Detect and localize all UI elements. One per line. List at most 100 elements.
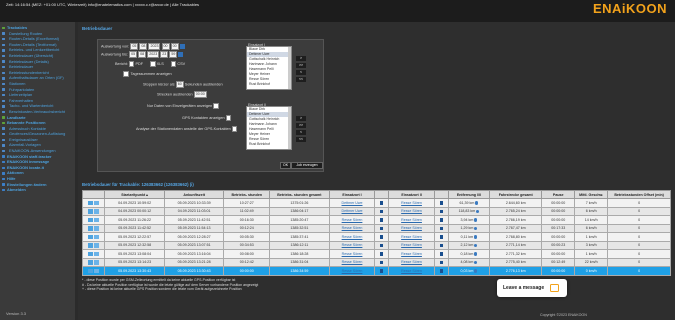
person-link[interactable]: Resse Sören — [401, 235, 422, 239]
csv-checkbox[interactable] — [170, 61, 177, 67]
document-icon[interactable] — [88, 243, 94, 248]
flag-icon[interactable] — [380, 235, 384, 239]
xls-checkbox[interactable] — [150, 61, 156, 67]
table-row[interactable]: 05.09.2023 12:22:57 05.09.2023 12:28:27 00… — [81, 232, 671, 242]
flag-icon[interactable] — [439, 243, 443, 248]
pin-icon[interactable] — [475, 209, 479, 214]
pin-icon[interactable] — [473, 243, 477, 248]
table-row[interactable]: 04.09.2023 00:00:12 04.09.2023 11:03:01 11… — [81, 206, 671, 216]
column-header[interactable]: Mittl. Geschw. — [574, 190, 609, 199]
map-icon[interactable] — [94, 243, 100, 248]
column-header[interactable] — [433, 190, 449, 199]
move-all-left-button[interactable]: << — [296, 137, 306, 142]
from-day-field[interactable]: 05 — [130, 43, 139, 50]
map-icon[interactable] — [94, 200, 100, 205]
pin-icon[interactable] — [473, 260, 477, 265]
move-left-button[interactable]: < — [296, 70, 306, 75]
map-icon[interactable] — [94, 251, 100, 256]
document-icon[interactable] — [88, 234, 94, 239]
flag-icon[interactable] — [380, 243, 384, 248]
person-link[interactable]: Resse Sören — [401, 269, 422, 273]
document-icon[interactable] — [88, 200, 94, 205]
pdf-checkbox[interactable] — [128, 61, 135, 67]
from-hour-field[interactable]: 00 — [161, 43, 170, 50]
flag-icon[interactable] — [439, 209, 443, 214]
person-link[interactable]: Dettmer Uwe — [342, 209, 363, 213]
analysis-checkbox[interactable] — [231, 126, 238, 132]
column-header[interactable]: Betriebsstunden Offset (min) — [607, 190, 671, 199]
map-icon[interactable] — [94, 217, 100, 222]
move-left-button[interactable]: < — [296, 130, 306, 135]
list-item[interactable]: Rust Brinkhof — [247, 142, 291, 147]
no-data-checkbox[interactable] — [213, 103, 219, 109]
map-icon[interactable] — [94, 226, 100, 231]
person-link[interactable]: Dettmer Uwe — [342, 201, 363, 205]
person-link[interactable]: Resse Sören — [342, 226, 363, 230]
person-link[interactable]: Resse Sören — [401, 201, 422, 205]
table-row[interactable]: 05.09.2023 11:42:52 05.09.2023 11:54:13 00… — [81, 223, 671, 233]
list-item[interactable]: Rust Brinkhof — [247, 82, 291, 87]
move-all-right-button[interactable]: >> — [296, 63, 306, 68]
table-row[interactable]: 05.09.2023 13:08:04 05.09.2023 13:16:04 00… — [81, 249, 671, 259]
flag-icon[interactable] — [380, 252, 384, 256]
hide-time-field[interactable]: 00:00 — [193, 91, 207, 98]
flag-icon[interactable] — [380, 209, 384, 214]
document-icon[interactable] — [88, 260, 94, 265]
from-calendar-icon[interactable] — [179, 44, 185, 49]
flag-icon[interactable] — [439, 235, 443, 239]
person-link[interactable]: Resse Sören — [401, 260, 422, 264]
person-link[interactable]: Resse Sören — [401, 209, 422, 213]
map-icon[interactable] — [94, 209, 100, 214]
daily-sum-checkbox[interactable] — [123, 71, 129, 77]
map-icon[interactable] — [94, 268, 100, 273]
map-icon[interactable] — [94, 260, 100, 265]
from-month-field[interactable]: 08 — [139, 43, 148, 50]
column-header[interactable]: Betriebs- stunden — [223, 190, 271, 199]
column-header[interactable]: Betriebs- stunden gesamt — [269, 190, 330, 199]
pin-icon[interactable] — [473, 218, 477, 222]
document-icon[interactable] — [88, 251, 94, 256]
flag-icon[interactable] — [380, 269, 384, 273]
map-icon[interactable] — [94, 234, 100, 239]
move-right-button[interactable]: > — [296, 116, 306, 121]
scrollbar[interactable] — [288, 47, 291, 89]
person-link[interactable]: Resse Sören — [342, 235, 363, 239]
table-row[interactable]: 04.09.2023 10:59:02 05.09.2023 10:33:39 10… — [81, 198, 671, 208]
to-hour-field[interactable]: 23 — [160, 51, 169, 58]
document-icon[interactable] — [88, 226, 94, 231]
column-header[interactable]: Entfernung l/ll — [447, 190, 491, 199]
flag-icon[interactable] — [380, 201, 384, 205]
column-header[interactable]: Einsatzort II — [388, 190, 435, 199]
flag-icon[interactable] — [439, 218, 443, 222]
move-right-button[interactable]: > — [296, 56, 306, 61]
to-calendar-icon[interactable] — [178, 52, 184, 57]
column-header[interactable]: Ankunftszeit — [163, 190, 225, 199]
chat-widget[interactable]: Leave a message — [497, 279, 567, 297]
person-link[interactable]: Resse Sören — [342, 260, 363, 264]
pin-icon[interactable] — [473, 269, 477, 273]
column-header[interactable]: Fahrstrecke gesamt — [489, 190, 543, 199]
move-all-left-button[interactable]: << — [296, 77, 306, 82]
document-icon[interactable] — [88, 268, 94, 273]
flag-icon[interactable] — [380, 218, 384, 222]
from-year-field[interactable]: 2023 — [148, 43, 161, 50]
person-link[interactable]: Resse Sören — [342, 243, 363, 247]
einsatzort-1-list[interactable]: Einsatzort I Blaue Dirk Dettmer Uwe Gottsc… — [246, 43, 292, 90]
column-header[interactable]: Pause — [541, 190, 576, 199]
table-row[interactable]: 05.09.2023 13:30:43 05.09.2023 13:30:43 00… — [81, 266, 671, 276]
person-link[interactable]: Resse Sören — [401, 226, 422, 230]
move-all-right-button[interactable]: >> — [296, 123, 306, 128]
einsatzort-2-list[interactable]: Einsatzort II Blaue Dirk Dettmer Uwe Gotts… — [246, 103, 292, 150]
column-header[interactable]: Einsatzort I — [328, 190, 376, 199]
flag-icon[interactable] — [439, 269, 443, 273]
to-day-field[interactable]: 05 — [129, 51, 138, 58]
enaikoon-logo[interactable]: ENAiKOON — [593, 1, 667, 16]
pin-icon[interactable] — [474, 201, 478, 205]
chat-bubble-icon[interactable] — [550, 284, 559, 292]
to-year-field[interactable]: 2023 — [147, 51, 160, 58]
person-link[interactable]: Resse Sören — [401, 243, 422, 247]
column-header[interactable] — [81, 190, 106, 199]
table-row[interactable]: 05.09.2023 12:32:58 05.09.2023 13:07:51 00… — [81, 240, 671, 250]
person-link[interactable]: Resse Sören — [342, 252, 363, 256]
person-link[interactable]: Resse Sören — [342, 218, 363, 222]
